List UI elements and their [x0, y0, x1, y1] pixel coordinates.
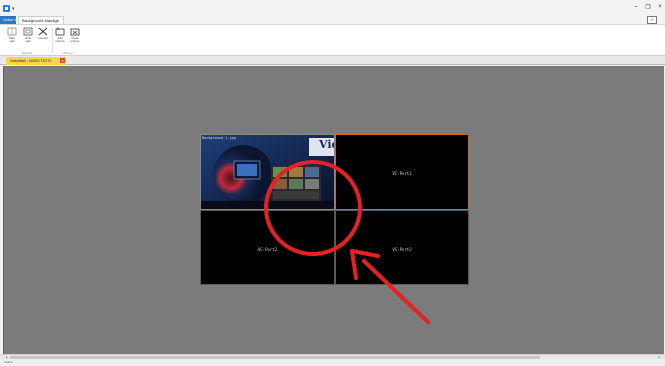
cancel-icon — [38, 27, 48, 36]
cancel-button[interactable]: Cancel — [35, 27, 51, 51]
vendor-logo-text: Vie — [319, 138, 334, 151]
cancel-label: Cancel — [38, 36, 48, 40]
end-edit-icon — [23, 27, 33, 36]
video-wall-cell-2[interactable]: VC-Port1 — [335, 134, 469, 210]
clear-picture-icon — [70, 28, 80, 36]
start-edit-button[interactable]: Start edit — [4, 27, 20, 51]
cell-port-label: VC-Port1 — [392, 171, 412, 176]
document-tab-strip: VideoWall - VIDEO TEXT2 x — [0, 56, 665, 65]
ribbon-group-operate: Operate — [21, 51, 33, 55]
cell-port-label: VC-Port2 — [257, 247, 278, 252]
video-wall-grid: Background_1.jpg Vie VC-Port1 VC-Port2 V… — [200, 134, 469, 285]
cell-port-label: VC-Port3 — [392, 247, 412, 252]
end-edit-label: End edit — [25, 36, 31, 44]
tab-background-manage[interactable]: Background Manage — [18, 16, 64, 24]
start-edit-icon — [7, 27, 17, 36]
add-picture-label: Add picture — [55, 36, 65, 44]
quick-access-dropdown-icon[interactable]: ▾ — [12, 6, 15, 12]
background-file-name: Background_1.jpg — [202, 136, 236, 140]
add-picture-button[interactable]: Add picture — [52, 27, 68, 51]
end-edit-button[interactable]: End edit — [20, 27, 36, 51]
minimize-button[interactable]: – — [632, 4, 640, 10]
start-edit-label: Start edit — [8, 36, 16, 44]
add-picture-icon — [55, 27, 65, 36]
ribbon-group-picture: Picture — [63, 51, 73, 55]
tab-video-wall[interactable]: Video Wall — [0, 16, 16, 24]
video-wall-cell-3[interactable]: VC-Port2 — [200, 210, 335, 285]
close-button[interactable]: × — [656, 4, 664, 10]
status-bar: Status ... — [0, 359, 665, 366]
clear-picture-label: Clear picture — [70, 36, 80, 44]
video-wall-cell-1[interactable]: Background_1.jpg Vie — [200, 134, 335, 210]
video-wall-cell-4[interactable]: VC-Port3 — [335, 210, 469, 285]
restore-button[interactable]: ❐ — [644, 4, 652, 11]
document-tab[interactable]: VideoWall - VIDEO TEXT2 — [6, 57, 66, 65]
document-tab-close-button[interactable]: x — [60, 58, 65, 63]
help-button[interactable]: ? — [647, 16, 657, 24]
background-picture — [201, 135, 334, 209]
title-bar: ▾ – ❐ × — [0, 0, 665, 16]
ribbon-panel: Start edit End edit Cancel Add picture C… — [0, 24, 665, 56]
clear-picture-button[interactable]: Clear picture — [67, 27, 83, 51]
app-logo-icon[interactable] — [3, 5, 10, 12]
ribbon-tab-row: Video Wall Background Manage — [0, 16, 665, 24]
